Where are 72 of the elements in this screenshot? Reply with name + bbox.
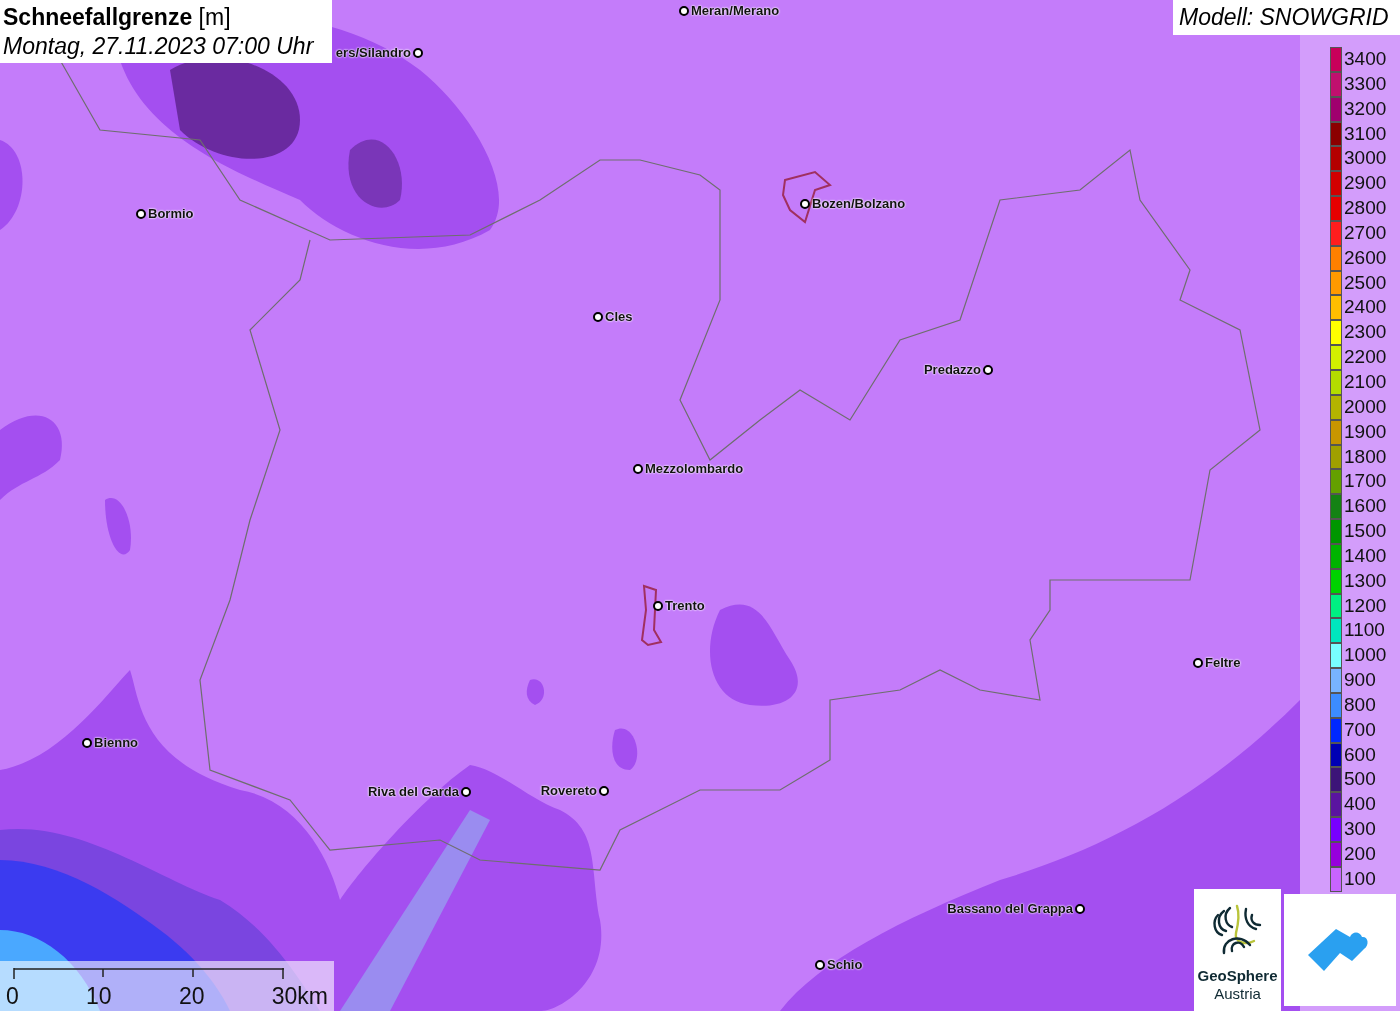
city-label: Feltre	[1205, 655, 1241, 670]
legend-value: 3000	[1343, 146, 1387, 171]
legend-value: 700	[1343, 717, 1376, 742]
legend-value: 3300	[1343, 71, 1387, 96]
city-marker-icon	[983, 364, 993, 375]
scale-label: 0	[6, 983, 19, 1009]
legend-value: 1600	[1343, 494, 1387, 519]
legend-value: 500	[1343, 767, 1376, 792]
legend-value: 2200	[1343, 345, 1387, 370]
city-label: Riva del Garda	[367, 784, 459, 799]
city-label: Rovereto	[540, 783, 597, 798]
city-label: Mezzolombardo	[645, 461, 744, 476]
legend-value: 3100	[1343, 121, 1387, 146]
city-marker-icon	[800, 198, 810, 209]
legend-value: 1000	[1343, 643, 1387, 668]
legend-value: 1100	[1343, 618, 1385, 643]
city-marker-icon	[815, 959, 825, 970]
city-marker-icon	[136, 208, 146, 219]
legend-value: 2600	[1343, 245, 1387, 270]
logo-subtitle: Austria	[1214, 985, 1261, 1003]
city-label: Meran/Merano	[691, 3, 780, 18]
city-marker-icon	[1193, 657, 1203, 668]
city-label: Trento	[665, 598, 705, 613]
model-label: Modell: SNOWGRID	[1173, 0, 1400, 35]
legend-value: 200	[1343, 842, 1376, 866]
city-marker-icon	[599, 785, 609, 796]
city-label: Bassano del Grappa	[947, 901, 1073, 916]
scale-ruler-icon	[13, 967, 285, 981]
legend-value: 2000	[1343, 394, 1387, 419]
legend-value: 2100	[1343, 369, 1387, 394]
city-marker-icon	[593, 311, 603, 322]
city-label: Schio	[827, 957, 863, 972]
legend-value: 1700	[1343, 469, 1387, 494]
city-marker-icon	[413, 47, 423, 58]
city-marker-icon	[1075, 903, 1085, 914]
legend-value: 2900	[1343, 171, 1387, 196]
city-label: Bormio	[148, 206, 194, 221]
legend-value: 300	[1343, 817, 1376, 842]
legend-value: 2500	[1343, 270, 1387, 295]
legend-value: 1800	[1343, 444, 1387, 469]
legend-value: 1200	[1343, 593, 1387, 618]
scale-label: 10	[86, 983, 112, 1009]
legend-value: 800	[1343, 692, 1376, 717]
city-label: Cles	[605, 309, 633, 324]
legend-value: 400	[1343, 792, 1376, 817]
legend-value: 1300	[1343, 568, 1387, 593]
legend-value: 3200	[1343, 96, 1387, 121]
city-label: Predazzo	[923, 362, 981, 377]
legend-value: 100	[1343, 866, 1376, 891]
city-label: Bienno	[94, 735, 139, 750]
legend-value: 600	[1343, 742, 1376, 767]
scale-label: 20	[178, 983, 205, 1009]
legend-value: 1500	[1343, 519, 1387, 544]
legend-value: 2300	[1343, 320, 1387, 345]
legend-value: 2800	[1343, 196, 1387, 221]
city-label: Bozen/Bolzano	[812, 196, 906, 211]
legend-value: 1400	[1343, 543, 1387, 568]
legend-value: 2700	[1343, 220, 1387, 245]
city-marker-icon	[633, 463, 643, 474]
city-marker-icon	[653, 600, 663, 611]
city-marker-icon	[82, 737, 92, 748]
city-marker-icon	[679, 5, 689, 16]
map-title: Schneefallgrenze [m]	[3, 3, 232, 31]
scale-label: 30km	[271, 983, 328, 1009]
city-marker-icon	[461, 786, 471, 797]
legend-value: 1900	[1343, 419, 1387, 444]
legend-value: 2400	[1343, 295, 1387, 320]
legend-value: 3400	[1343, 47, 1387, 71]
map-subtitle: Montag, 27.11.2023 07:00 Uhr	[3, 32, 315, 61]
legend-value: 900	[1343, 668, 1376, 693]
city-label: ers/Silandro	[335, 45, 411, 60]
logo-wordmark: GeoSphere	[1197, 967, 1278, 985]
